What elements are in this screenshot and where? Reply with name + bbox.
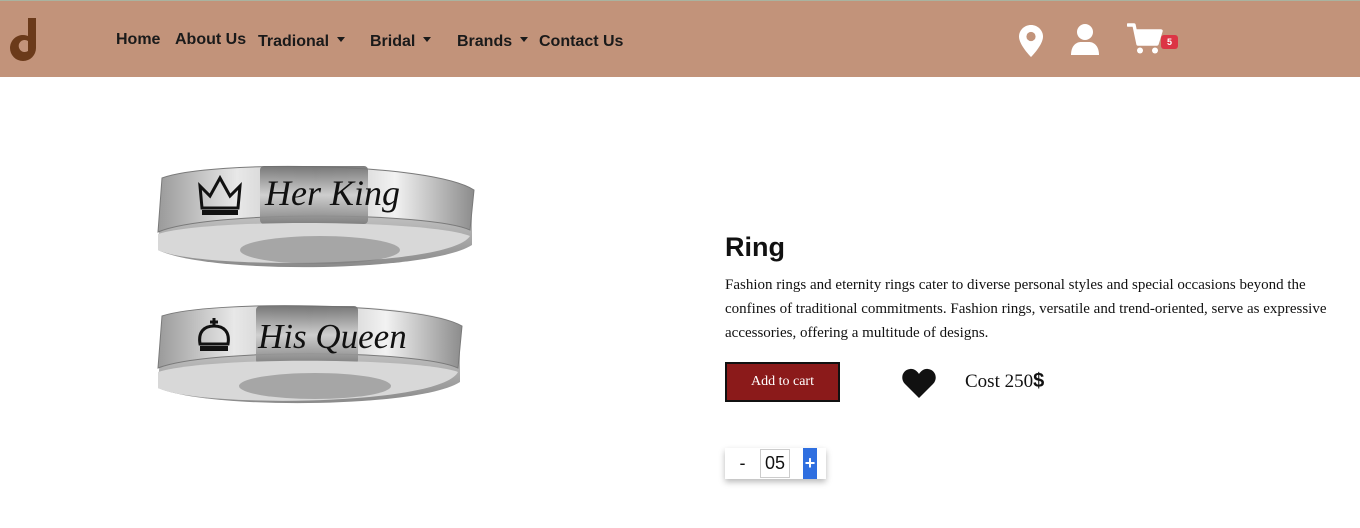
product-cost: Cost 250$ (965, 370, 1044, 393)
nav-bridal[interactable]: Bridal (370, 33, 432, 51)
nav-brands[interactable]: Brands (457, 33, 529, 51)
product-image: Her King His Queen (157, 165, 475, 404)
nav-tradional[interactable]: Tradional (258, 33, 346, 51)
cart-count-badge: 5 (1161, 35, 1178, 49)
navbar: Home About Us Tradional Bridal Brands Co… (0, 0, 1360, 77)
currency-symbol: $ (1033, 370, 1045, 392)
ring-engraving-bottom: His Queen (257, 317, 407, 356)
ring-top: Her King (157, 165, 475, 268)
location-icon[interactable] (1019, 25, 1043, 57)
nav-home[interactable]: Home (116, 31, 160, 49)
quantity-input[interactable]: 05 (760, 449, 790, 478)
ring-bottom: His Queen (157, 305, 463, 404)
increment-button[interactable]: + (803, 448, 817, 479)
brand-logo[interactable] (10, 17, 40, 61)
chevron-down-icon (520, 37, 529, 43)
nav-contact-us[interactable]: Contact Us (539, 33, 623, 51)
product-title: Ring (725, 232, 785, 262)
chevron-down-icon (337, 37, 346, 43)
cart-icon[interactable] (1127, 23, 1163, 55)
ring-engraving-top: Her King (264, 173, 400, 213)
add-to-cart-button[interactable]: Add to cart (725, 362, 840, 402)
user-icon[interactable] (1071, 24, 1099, 55)
heart-icon[interactable] (902, 368, 936, 398)
product-description: Fashion rings and eternity rings cater t… (725, 277, 1327, 341)
chevron-down-icon (423, 37, 432, 43)
cost-label: Cost 250 (965, 371, 1034, 392)
nav-about-us[interactable]: About Us (175, 31, 246, 49)
quantity-stepper: - 05 + (725, 448, 826, 479)
decrement-button[interactable]: - (725, 448, 760, 479)
